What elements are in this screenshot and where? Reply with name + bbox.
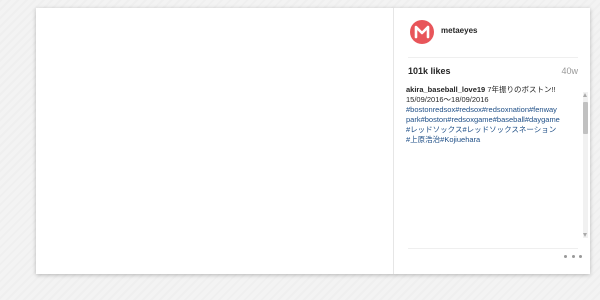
caption-username[interactable]: akira_baseball_love19	[406, 85, 485, 94]
post-media[interactable]	[36, 8, 393, 274]
ellipsis-icon	[564, 254, 567, 258]
avatar[interactable]	[410, 20, 434, 44]
ellipsis-icon	[571, 254, 575, 258]
likes-count[interactable]: 101k likes	[408, 66, 451, 76]
footer-divider	[408, 248, 578, 249]
caption-hashtags: #bostonredsox#redsox#redsoxnation#fenway…	[406, 105, 582, 145]
post-caption: akira_baseball_love19 7年振りのボストン!! 15/09/…	[406, 85, 582, 235]
ellipsis-icon	[579, 254, 582, 258]
hashtag-line[interactable]: #上原浩治#Kojiuehara	[406, 135, 582, 145]
post-timestamp: 40w	[561, 66, 578, 76]
caption-text: 7年振りのボストン!!	[487, 85, 556, 94]
header-divider	[408, 57, 578, 58]
hashtag-line[interactable]: #レッドソックス#レッドソックスネーション	[406, 125, 582, 135]
caption-scrollbar[interactable]	[583, 92, 588, 238]
scroll-down-arrow-icon[interactable]	[583, 233, 587, 237]
username-link[interactable]: metaeyes	[441, 26, 477, 35]
more-options-button[interactable]	[564, 252, 582, 260]
post-modal: metaeyes 101k likes 40w akira_baseball_l…	[36, 8, 590, 274]
caption-dates: 15/09/2016〜18/09/2016	[406, 95, 489, 104]
scroll-thumb[interactable]	[583, 102, 588, 134]
letter-m-avatar-icon	[414, 25, 430, 39]
post-header: metaeyes	[394, 8, 590, 52]
post-sidebar: metaeyes 101k likes 40w akira_baseball_l…	[394, 8, 590, 274]
hashtag-line[interactable]: park#boston#redsoxgame#baseball#daygame	[406, 115, 582, 125]
scroll-up-arrow-icon[interactable]	[583, 93, 587, 97]
hashtag-line[interactable]: #bostonredsox#redsox#redsoxnation#fenway	[406, 105, 582, 115]
